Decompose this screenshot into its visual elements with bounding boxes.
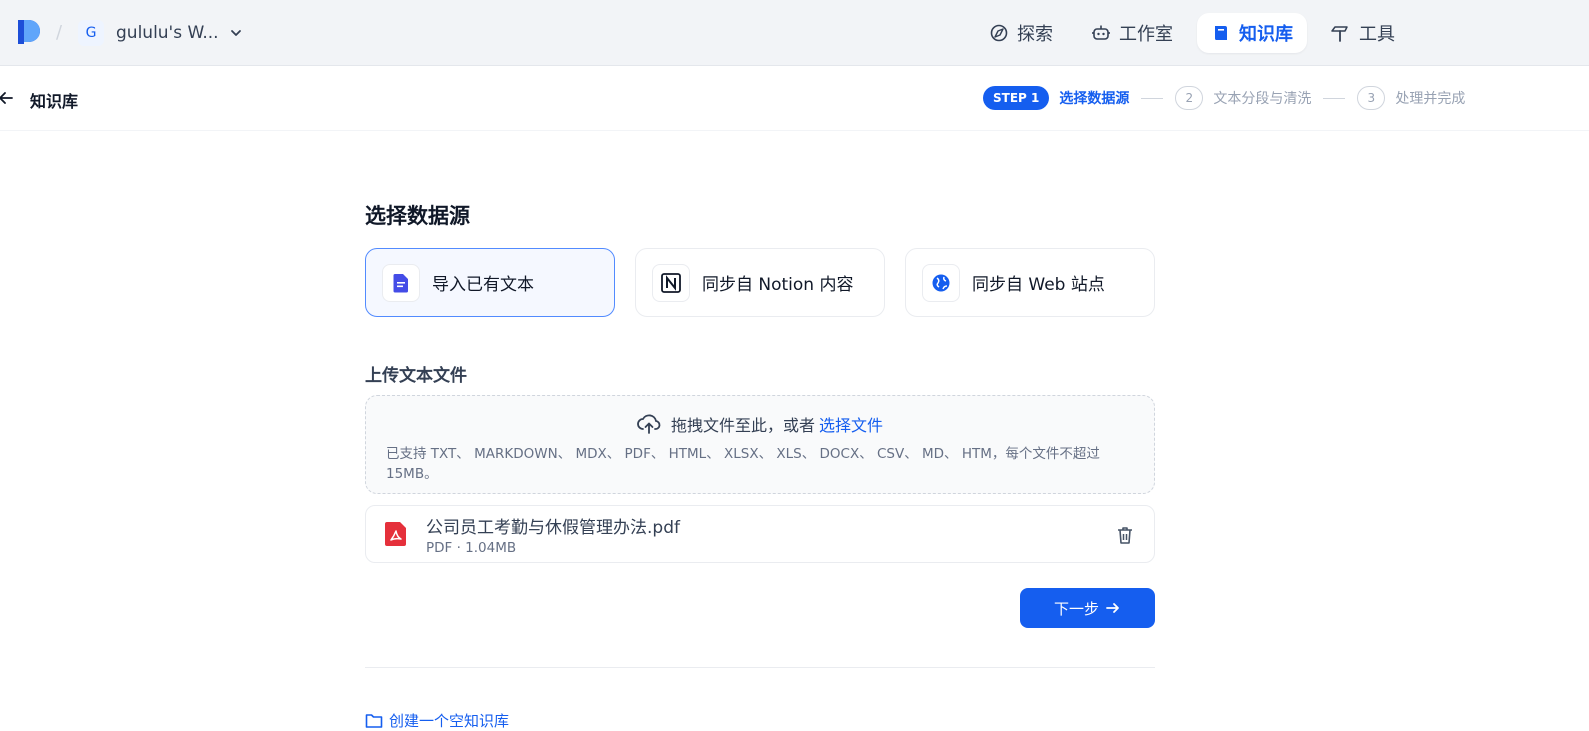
breadcrumb-separator: / [56, 22, 63, 43]
actions-row: 下一步 [365, 588, 1155, 628]
nav-tools-label: 工具 [1359, 24, 1395, 45]
nav-knowledge[interactable]: 知识库 [1197, 13, 1307, 53]
document-icon [382, 263, 420, 302]
step-1-badge: STEP 1 [983, 86, 1050, 110]
notion-icon [652, 263, 690, 302]
folder-icon [365, 713, 383, 728]
robot-icon [1092, 25, 1110, 40]
pdf-file-icon [385, 522, 406, 546]
source-notion-label: 同步自 Notion 内容 [702, 275, 854, 295]
page-title: 知识库 [30, 92, 79, 111]
source-notion[interactable]: 同步自 Notion 内容 [635, 248, 885, 317]
supported-formats-text: 已支持 TXT、 MARKDOWN、 MDX、 PDF、 HTML、 XLSX、… [386, 446, 1100, 482]
choose-file-link[interactable]: 选择文件 [819, 412, 883, 436]
step-2-label: 文本分段与清洗 [1213, 91, 1312, 107]
arrow-right-icon [1106, 603, 1119, 613]
nav-studio[interactable]: 工作室 [1077, 13, 1187, 53]
nav-tools[interactable]: 工具 [1317, 13, 1409, 53]
top-navigation-bar: / G gululu's W... 探索 工作室 知识库 工具 [0, 0, 1589, 66]
step-3-badge: 3 [1357, 86, 1386, 110]
compass-icon [990, 24, 1008, 42]
nav-knowledge-label: 知识库 [1239, 24, 1293, 45]
step-1-label: 选择数据源 [1059, 91, 1130, 107]
delete-trash-icon[interactable] [1116, 525, 1134, 545]
cloud-upload-icon [637, 414, 661, 434]
upload-section-title: 上传文本文件 [365, 366, 467, 386]
create-empty-kb-link[interactable]: 创建一个空知识库 [365, 710, 1155, 731]
workspace-avatar: G [78, 20, 104, 46]
section-divider [365, 667, 1155, 668]
step-2-badge: 2 [1175, 86, 1204, 110]
uploaded-file-item: 公司员工考勤与休假管理办法.pdf PDF · 1.04MB [365, 505, 1155, 563]
nav-explore-label: 探索 [1017, 24, 1053, 45]
nav-studio-label: 工作室 [1119, 24, 1173, 45]
source-web[interactable]: 同步自 Web 站点 [905, 248, 1155, 317]
main-nav: 探索 工作室 知识库 工具 [975, 13, 1409, 53]
step-indicator: STEP 1 选择数据源 2 文本分段与清洗 3 处理并完成 [983, 86, 1465, 110]
hammer-icon [1331, 26, 1348, 42]
step-connector [1323, 97, 1346, 99]
section-title: 选择数据源 [365, 204, 470, 228]
source-import-text-label: 导入已有文本 [432, 275, 534, 295]
file-meta: PDF · 1.04MB [426, 539, 517, 556]
step-3-label: 处理并完成 [1395, 91, 1466, 107]
book-icon [1214, 26, 1227, 40]
back-arrow-icon[interactable] [0, 89, 14, 107]
drag-text: 拖拽文件至此，或者 [670, 416, 815, 435]
source-web-label: 同步自 Web 站点 [972, 275, 1105, 295]
nav-explore[interactable]: 探索 [975, 13, 1067, 53]
main-content: 选择数据源 导入已有文本 同步自 Notion 内容 同步自 Web 站点 上传… [365, 200, 1155, 731]
data-source-options: 导入已有文本 同步自 Notion 内容 同步自 Web 站点 [365, 248, 1155, 317]
dropzone-prompt: 拖拽文件至此，或者 选择文件 [386, 412, 1134, 436]
source-import-text[interactable]: 导入已有文本 [365, 248, 615, 317]
page-header: 知识库 STEP 1 选择数据源 2 文本分段与清洗 3 处理并完成 [0, 67, 1589, 131]
create-empty-kb-label: 创建一个空知识库 [389, 712, 510, 730]
app-logo-icon[interactable] [16, 18, 42, 46]
file-dropzone[interactable]: 拖拽文件至此，或者 选择文件 已支持 TXT、 MARKDOWN、 MDX、 P… [365, 395, 1155, 494]
globe-icon [922, 263, 960, 302]
next-step-button[interactable]: 下一步 [1020, 588, 1155, 628]
file-name: 公司员工考勤与休假管理办法.pdf [426, 517, 680, 538]
file-info: 公司员工考勤与休假管理办法.pdf PDF · 1.04MB [426, 513, 680, 556]
chevron-down-icon [230, 30, 241, 36]
step-connector [1141, 97, 1164, 99]
next-step-label: 下一步 [1053, 600, 1099, 618]
workspace-name: gululu's W... [116, 23, 219, 43]
workspace-switcher[interactable]: G gululu's W... [78, 18, 243, 48]
